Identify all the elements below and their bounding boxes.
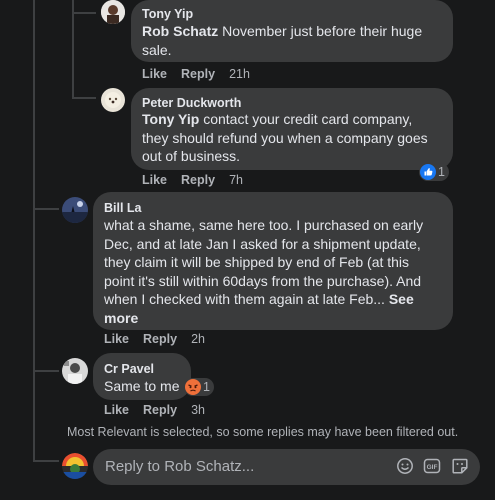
like-button[interactable]: Like	[104, 332, 129, 346]
thread-line	[33, 370, 59, 372]
sticker-icon[interactable]	[451, 457, 469, 475]
comment-bubble: Tony Yip Rob Schatz November just before…	[131, 0, 453, 62]
avatar[interactable]	[101, 0, 125, 24]
gif-icon[interactable]: GIF	[423, 457, 441, 475]
timestamp[interactable]: 3h	[191, 403, 205, 417]
emoji-icon[interactable]	[396, 457, 414, 475]
like-button[interactable]: Like	[142, 173, 167, 187]
comment-bubble: Bill La what a shame, same here too. I p…	[93, 192, 453, 330]
see-more-link[interactable]: See	[389, 291, 414, 307]
svg-text:GIF: GIF	[427, 464, 438, 471]
thread-line	[72, 0, 74, 98]
comment-text: Same to me	[104, 378, 180, 394]
angry-face-icon	[185, 379, 201, 395]
reply-input[interactable]: Reply to Rob Schatz... GIF	[93, 449, 480, 485]
comment-author[interactable]: Cr Pavel	[104, 362, 154, 376]
reply-placeholder: Reply to Rob Schatz...	[105, 458, 255, 475]
thread-line	[33, 460, 59, 462]
reply-button[interactable]: Reply	[143, 332, 177, 346]
reply-button[interactable]: Reply	[181, 67, 215, 81]
reaction-count: 1	[438, 165, 445, 179]
comment-text: Tony Yip contact your credit card compan…	[142, 111, 428, 164]
thread-line	[33, 208, 59, 210]
reply-button[interactable]: Reply	[181, 173, 215, 187]
avatar[interactable]	[62, 358, 88, 384]
see-more-link[interactable]: more	[104, 310, 138, 326]
mention-link[interactable]: Rob Schatz	[142, 23, 218, 39]
timestamp[interactable]: 21h	[229, 67, 250, 81]
comment-actions: Like Reply 2h	[104, 332, 205, 346]
mention-link[interactable]: Tony Yip	[142, 111, 199, 127]
thread-line	[72, 12, 96, 14]
comment-actions: Like Reply 21h	[142, 67, 250, 81]
reply-button[interactable]: Reply	[143, 403, 177, 417]
reaction-badge[interactable]: 1	[419, 163, 449, 181]
comment-text: what a shame, same here too. I purchased…	[104, 217, 424, 326]
comment-author[interactable]: Bill La	[104, 201, 142, 215]
reaction-badge[interactable]: 1	[184, 378, 214, 396]
avatar[interactable]	[62, 197, 88, 223]
thread-line	[72, 97, 96, 99]
like-button[interactable]: Like	[142, 67, 167, 81]
comment-text: Rob Schatz November just before their hu…	[142, 23, 423, 58]
comment-actions: Like Reply 7h	[142, 173, 243, 187]
comment-actions: Like Reply 3h	[104, 403, 205, 417]
avatar[interactable]	[101, 88, 125, 112]
timestamp[interactable]: 7h	[229, 173, 243, 187]
reaction-count: 1	[203, 380, 210, 394]
thumbs-up-icon	[420, 164, 436, 180]
comment-author[interactable]: Peter Duckworth	[142, 96, 241, 110]
like-button[interactable]: Like	[104, 403, 129, 417]
comment-bubble: Peter Duckworth Tony Yip contact your cr…	[131, 88, 453, 170]
thread-line	[33, 0, 35, 462]
comment-author[interactable]: Tony Yip	[142, 7, 193, 21]
comment-bubble: Cr Pavel Same to me	[93, 353, 191, 400]
current-user-avatar	[62, 453, 88, 479]
filter-note: Most Relevant is selected, so some repli…	[67, 425, 459, 439]
timestamp[interactable]: 2h	[191, 332, 205, 346]
